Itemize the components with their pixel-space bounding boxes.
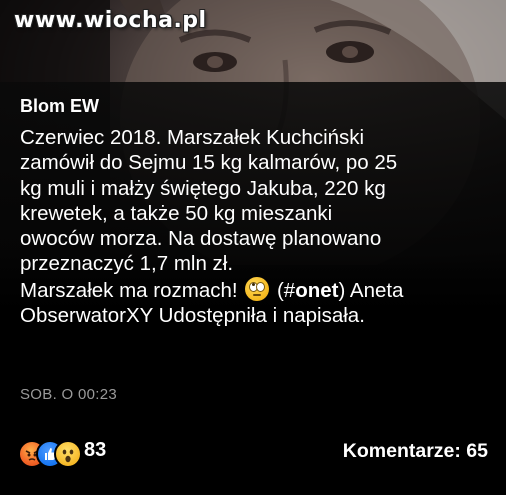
post-line: Czerwiec 2018. Marszałek Kuchciński — [20, 126, 365, 149]
post-body: Czerwiec 2018. Marszałek Kuchciński zamó… — [20, 125, 496, 328]
post-line: przeznaczyć 1,7 mln zł. — [20, 252, 234, 276]
post-line: kg muli i małży świętego Jakuba, 220 kg — [20, 176, 386, 200]
post-text-fragment: ) Aneta — [338, 278, 404, 302]
post-author[interactable]: Blom EW — [20, 96, 496, 117]
comments-count-link[interactable]: Komentarze: 65 — [343, 440, 488, 463]
post-line: ObserwatorXY Udostępniła i napisała. — [20, 304, 365, 328]
reaction-count[interactable]: 83 — [84, 439, 106, 462]
post-text-fragment: (# — [271, 278, 296, 302]
post-timestamp[interactable]: SOB. O 00:23 — [20, 386, 117, 403]
hashtag-link[interactable]: onet — [295, 279, 338, 302]
post-line: owoców morza. Na dostawę planowano — [20, 227, 382, 251]
wow-icon — [54, 440, 82, 468]
post-footer: 83 Komentarze: 65 — [0, 436, 506, 470]
site-watermark: www.wiocha.pl — [14, 8, 207, 33]
post-line: krewetek, a także 50 kg mieszanki — [20, 201, 333, 225]
post-text-fragment: Marszałek ma rozmach! — [20, 278, 244, 302]
post-line-with-emoji: Marszałek ma rozmach! (#onet) Aneta — [20, 276, 496, 303]
post-line: zamówił do Sejmu 15 kg kalmarów, po 25 — [20, 151, 398, 175]
post-content: Blom EW Czerwiec 2018. Marszałek Kuchciń… — [20, 96, 496, 328]
rolling-eyes-emoji-icon — [245, 276, 270, 301]
